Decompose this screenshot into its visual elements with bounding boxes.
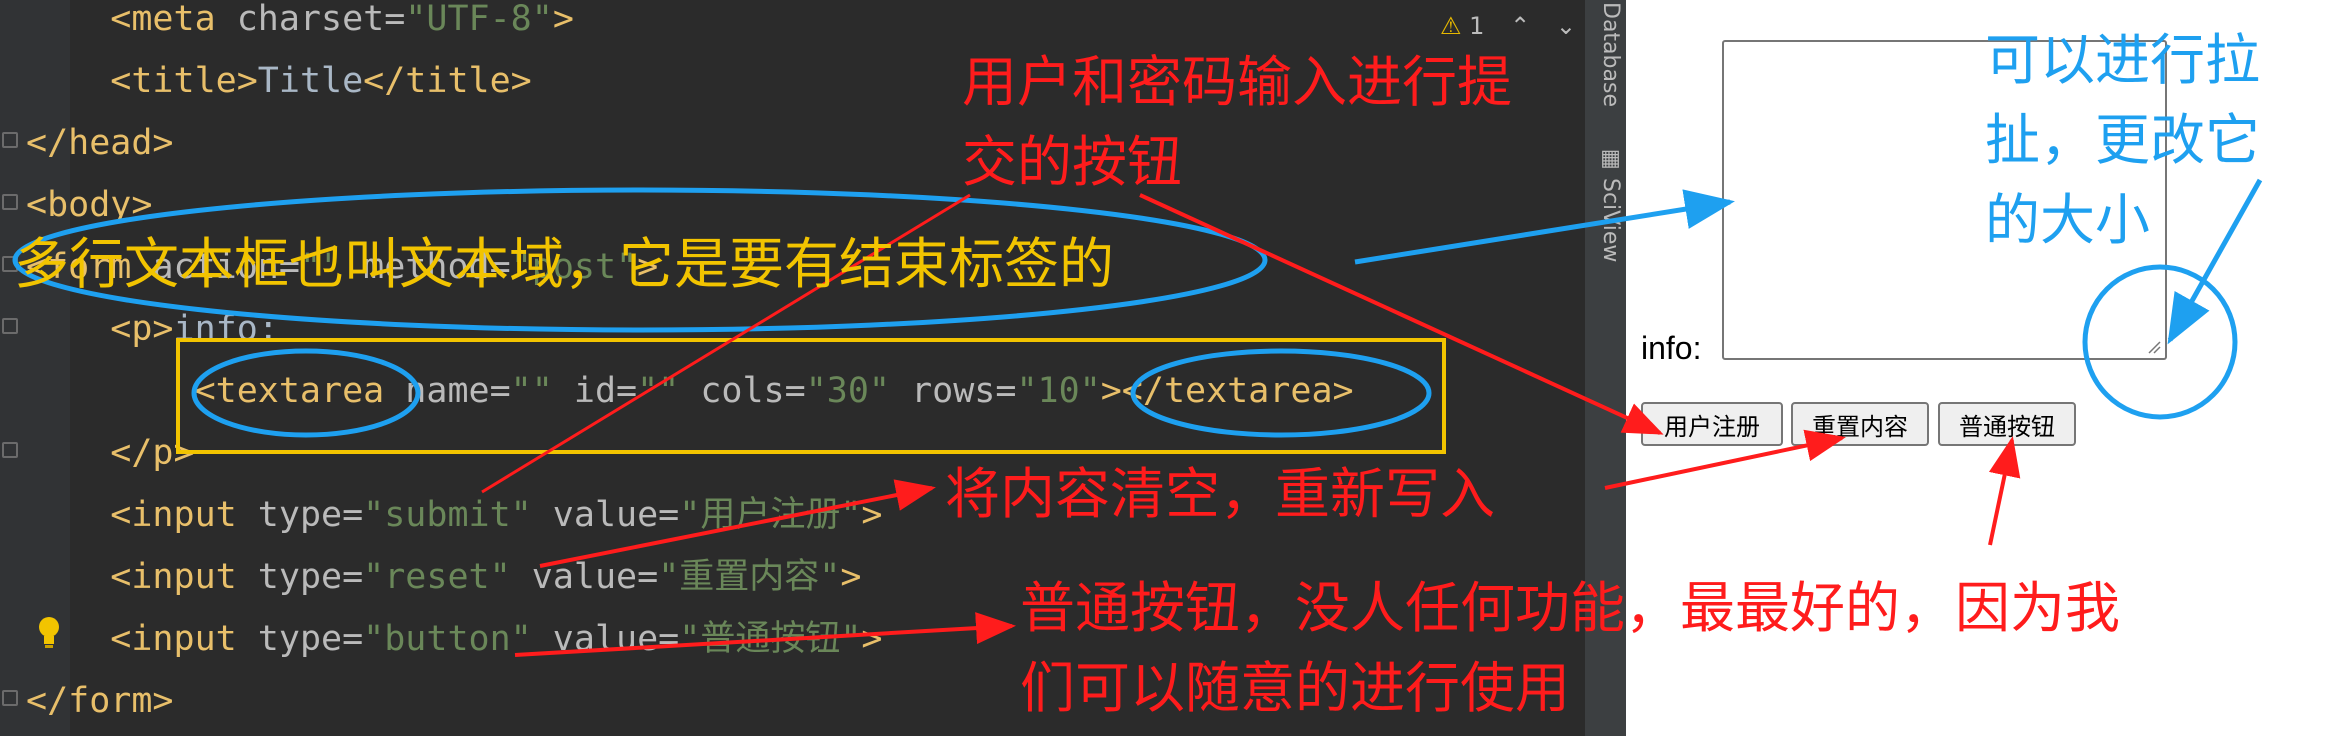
code-token: name=	[405, 371, 511, 411]
resize-handle[interactable]	[2147, 340, 2161, 354]
sciview-tab[interactable]: ▦ SciView	[1598, 146, 1623, 262]
code-token: type=	[257, 619, 364, 659]
code-token: "用户注册"	[679, 495, 862, 535]
code-token: >	[861, 619, 883, 659]
code-token: info:	[173, 309, 279, 349]
code-token: value=	[531, 619, 680, 659]
code-token: "UTF-8"	[405, 0, 553, 39]
code-token: ></textarea>	[1100, 371, 1354, 411]
code-line-p-close[interactable]: </p>	[26, 422, 195, 484]
grid-icon: ▦	[1598, 146, 1623, 178]
code-line-input-reset[interactable]: <input type="reset" value="重置内容">	[26, 546, 861, 608]
code-token: <meta	[26, 0, 237, 39]
code-token: "10"	[1016, 371, 1101, 411]
code-token: >	[552, 0, 574, 39]
code-token: value=	[510, 557, 659, 597]
code-token: id=	[552, 371, 638, 411]
code-token: "30"	[805, 371, 890, 411]
code-token: type=	[257, 495, 364, 535]
code-line-title[interactable]: <title>Title</title>	[26, 50, 532, 112]
code-token: <body>	[26, 185, 153, 225]
code-line-head-close[interactable]: </head>	[26, 112, 174, 174]
warning-indicator[interactable]: ⚠ 1 ⌃ ⌄	[1440, 12, 1576, 40]
code-token: <input	[26, 557, 258, 597]
code-token: <p>	[26, 309, 174, 349]
warning-icon: ⚠	[1440, 12, 1462, 40]
code-token: type=	[257, 557, 364, 597]
reset-button[interactable]: 重置内容	[1791, 402, 1929, 446]
code-token: "reset"	[363, 557, 511, 597]
code-token: rows=	[890, 371, 1017, 411]
fold-marker[interactable]	[2, 442, 18, 458]
reset-note: 将内容清空，重新写入	[945, 462, 1496, 526]
code-token: cols=	[679, 371, 806, 411]
code-token: >	[840, 557, 862, 597]
fold-marker[interactable]	[2, 318, 18, 334]
code-token: "重置内容"	[658, 557, 841, 597]
code-line-meta[interactable]: <meta charset="UTF-8">	[26, 0, 574, 50]
database-tab[interactable]: Database	[1598, 2, 1623, 107]
code-line-form-close[interactable]: </form>	[26, 670, 174, 732]
normal-button[interactable]: 普通按钮	[1938, 402, 2076, 446]
code-token: <title>	[26, 61, 258, 101]
submit-note: 用户和密码输入进行提 交的按钮	[962, 50, 1513, 194]
chevron-up-icon[interactable]: ⌃	[1510, 12, 1530, 40]
code-line-textarea[interactable]: <textarea name="" id="" cols="30" rows="…	[26, 360, 1354, 422]
info-label: info:	[1641, 330, 1702, 366]
code-token: <input	[26, 495, 258, 535]
code-token: ""	[510, 371, 553, 411]
code-token: ""	[637, 371, 680, 411]
warning-count: 1	[1469, 12, 1485, 40]
code-token: </form>	[26, 681, 174, 721]
textarea-note: 多行文本框也叫文本域，它是要有结束标签的	[14, 232, 1115, 296]
code-token: Title	[257, 61, 364, 101]
code-token: "button"	[363, 619, 532, 659]
code-token: </head>	[26, 123, 174, 163]
sciview-label: SciView	[1598, 178, 1623, 263]
code-token: >	[861, 495, 883, 535]
code-token: "普通按钮"	[679, 619, 862, 659]
register-button[interactable]: 用户注册	[1641, 402, 1783, 446]
code-line-p-open[interactable]: <p>info:	[26, 298, 279, 360]
fold-marker[interactable]	[2, 690, 18, 706]
code-token: "submit"	[363, 495, 532, 535]
code-token: <textarea	[26, 371, 406, 411]
fold-marker[interactable]	[2, 194, 18, 210]
code-line-input-button[interactable]: <input type="button" value="普通按钮">	[26, 608, 882, 670]
button-note: 普通按钮，没人任何功能，最最好的，因为我 们可以随意的进行使用	[1020, 576, 2121, 720]
code-token: </title>	[363, 61, 532, 101]
code-line-input-submit[interactable]: <input type="submit" value="用户注册">	[26, 484, 882, 546]
code-token: charset=	[236, 0, 406, 39]
code-token: </p>	[26, 433, 195, 473]
chevron-down-icon[interactable]: ⌄	[1556, 12, 1576, 40]
resize-note: 可以进行拉 扯，更改它 的大小	[1985, 28, 2261, 252]
fold-marker[interactable]	[2, 132, 18, 148]
lightbulb-icon[interactable]	[36, 615, 62, 649]
code-token: value=	[531, 495, 680, 535]
